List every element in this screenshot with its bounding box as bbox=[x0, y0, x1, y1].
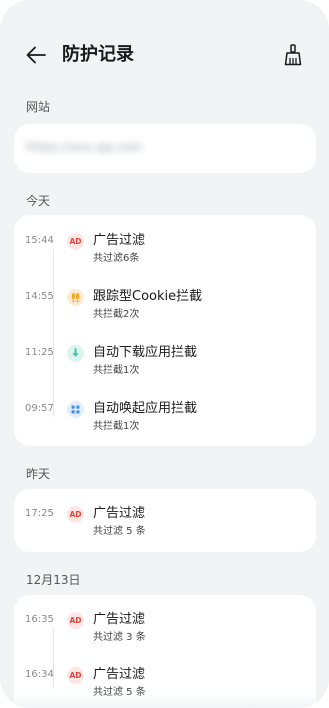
bottom-fade bbox=[0, 694, 329, 708]
record-count: 共拦截1次 bbox=[93, 365, 140, 376]
record-count: 共拦截2次 bbox=[93, 309, 140, 320]
ad-icon: AD bbox=[67, 233, 84, 250]
record-title: 广告过滤 bbox=[93, 667, 146, 682]
record-title: 广告过滤 bbox=[93, 506, 146, 521]
back-button[interactable] bbox=[22, 42, 50, 68]
record-title: 自动下载应用拦截 bbox=[93, 345, 198, 360]
record-title: 跟踪型Cookie拦截 bbox=[93, 289, 203, 304]
record-item-ad-filter[interactable]: 17:25 AD 广告过滤 共过滤 5 条 bbox=[14, 505, 316, 549]
record-time: 16:34 bbox=[25, 669, 54, 680]
website-url: https://xxx.qq.com bbox=[26, 140, 143, 154]
back-arrow-icon bbox=[26, 46, 46, 64]
header: 防护记录 bbox=[0, 0, 329, 110]
record-count: 共过滤 3 条 bbox=[93, 632, 146, 643]
record-count: 共过滤 5 条 bbox=[93, 526, 146, 537]
record-item-auto-download-block[interactable]: 11:25 自动下载应用拦截 共拦截1次 bbox=[14, 344, 316, 388]
today-card: 15:44 AD 广告过滤 共过滤6条 14:55 跟踪型Cookie拦截 共拦… bbox=[14, 215, 316, 446]
page-title: 防护记录 bbox=[62, 44, 134, 65]
record-time: 14:55 bbox=[25, 291, 54, 302]
record-item-auto-launch-block[interactable]: 09:57 自动唤起应用拦截 共拦截1次 bbox=[14, 400, 316, 444]
date-card: 16:35 AD 广告过滤 共过滤 3 条 16:34 AD 广告过滤 共过滤 … bbox=[14, 595, 316, 708]
record-time: 15:44 bbox=[25, 235, 54, 246]
screen: 防护记录 网站 https://xxx.qq.com 今天 15:44 AD 广… bbox=[0, 0, 329, 708]
yesterday-card: 17:25 AD 广告过滤 共过滤 5 条 bbox=[14, 489, 316, 552]
download-icon bbox=[67, 345, 84, 362]
record-item-cookie-block[interactable]: 14:55 跟踪型Cookie拦截 共拦截2次 bbox=[14, 288, 316, 332]
record-time: 09:57 bbox=[25, 403, 54, 414]
record-item-ad-filter[interactable]: 16:35 AD 广告过滤 共过滤 3 条 bbox=[14, 611, 316, 655]
website-section-label: 网站 bbox=[26, 100, 51, 114]
ad-icon: AD bbox=[67, 667, 84, 684]
record-item-ad-filter[interactable]: 15:44 AD 广告过滤 共过滤6条 bbox=[14, 232, 316, 276]
broom-icon bbox=[284, 44, 302, 66]
group-label-yesterday: 昨天 bbox=[26, 467, 51, 481]
apps-icon bbox=[67, 401, 84, 418]
group-label-date: 12月13日 bbox=[26, 573, 81, 587]
ad-icon: AD bbox=[67, 612, 84, 629]
record-title: 自动唤起应用拦截 bbox=[93, 401, 198, 416]
record-count: 共拦截1次 bbox=[93, 421, 140, 432]
website-card[interactable]: https://xxx.qq.com bbox=[14, 124, 316, 173]
record-title: 广告过滤 bbox=[93, 612, 146, 627]
record-time: 16:35 bbox=[25, 614, 54, 625]
clear-records-button[interactable] bbox=[281, 42, 305, 68]
record-time: 11:25 bbox=[25, 347, 54, 358]
record-time: 17:25 bbox=[25, 508, 54, 519]
group-label-today: 今天 bbox=[26, 194, 51, 208]
record-count: 共过滤6条 bbox=[93, 253, 140, 264]
record-title: 广告过滤 bbox=[93, 233, 146, 248]
ad-icon: AD bbox=[67, 506, 84, 523]
footprints-icon bbox=[67, 289, 84, 306]
